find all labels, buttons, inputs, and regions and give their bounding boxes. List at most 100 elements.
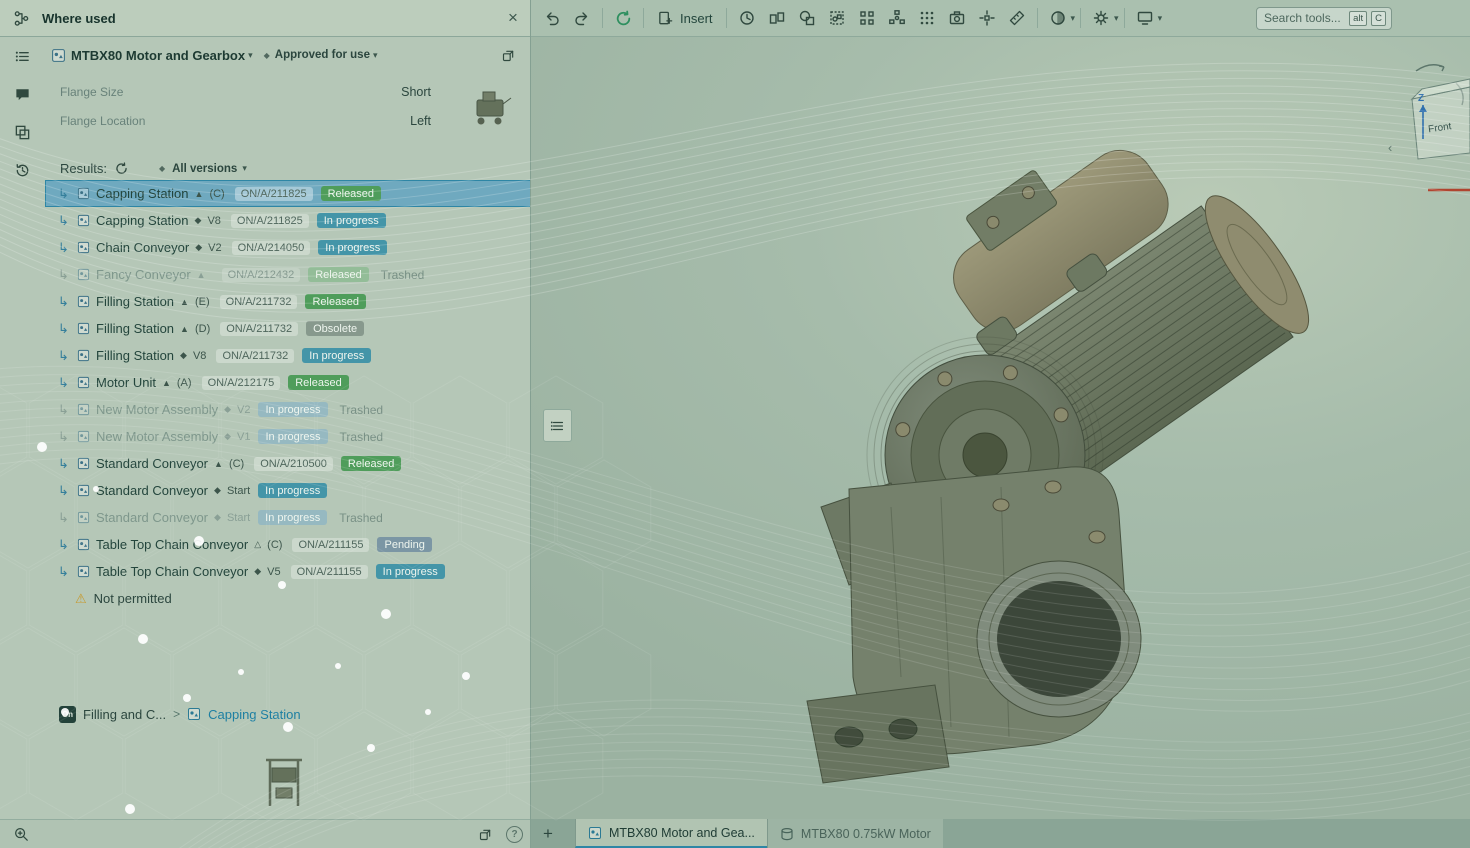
document-tab[interactable]: MTBX80 Motor and Gea... bbox=[575, 819, 767, 848]
row-revision-label: V5 bbox=[267, 566, 280, 578]
document-tab[interactable]: MTBX80 0.75kW Motor bbox=[767, 819, 943, 848]
redo-icon[interactable] bbox=[567, 3, 597, 33]
linear-pattern-icon[interactable] bbox=[852, 3, 882, 33]
where-used-row[interactable]: ↳ Capping Station ▲ (C) ON/A/211825 Rele… bbox=[45, 180, 531, 207]
field-label: Flange Location bbox=[60, 114, 145, 128]
refresh-results-icon[interactable] bbox=[114, 161, 129, 176]
document-title[interactable]: MTBX80 Motor and Gearbox bbox=[71, 48, 245, 63]
mate-icon[interactable] bbox=[762, 3, 792, 33]
where-used-row[interactable]: ↳ Motor Unit ▲ (A) ON/A/212175 Released bbox=[45, 369, 531, 396]
where-used-row[interactable]: ↳ Table Top Chain Conveyor △ (C) ON/A/21… bbox=[45, 531, 531, 558]
config-field-flange-size: Flange Size Short bbox=[60, 77, 531, 106]
where-used-row[interactable]: ↳ Filling Station ◆ V8 ON/A/211732 In pr… bbox=[45, 342, 531, 369]
row-name: Capping Station bbox=[96, 186, 189, 201]
where-used-row[interactable]: ↳ Standard Conveyor ◆ Start In progress … bbox=[45, 504, 531, 531]
help-icon[interactable]: ? bbox=[506, 826, 523, 843]
measure-icon[interactable] bbox=[1002, 3, 1032, 33]
insert-label: Insert bbox=[680, 11, 713, 26]
row-status-badge: In progress bbox=[258, 510, 327, 525]
search-tools-box[interactable]: alt C bbox=[1256, 7, 1392, 30]
chevron-down-icon[interactable]: ▾ bbox=[1158, 13, 1163, 24]
row-revision-label: V2 bbox=[237, 404, 250, 416]
where-used-row[interactable]: ↳ Table Top Chain Conveyor ◆ V5 ON/A/211… bbox=[45, 558, 531, 585]
panel-footer: ? bbox=[0, 819, 531, 848]
search-tools-input[interactable] bbox=[1262, 10, 1345, 26]
row-status-badge: Released bbox=[321, 186, 381, 201]
parts-list-icon[interactable] bbox=[10, 43, 36, 69]
c-key-hint: C bbox=[1371, 11, 1386, 26]
structure-panel-toggle[interactable] bbox=[543, 409, 572, 442]
pop-out-panel-icon[interactable] bbox=[472, 821, 498, 847]
chevron-down-icon[interactable]: ▾ bbox=[1071, 13, 1076, 24]
chevron-down-icon[interactable]: ▾ bbox=[242, 163, 247, 174]
versions-filter[interactable]: All versions bbox=[172, 163, 237, 175]
where-used-row[interactable]: ↳ Fancy Conveyor ▲ ON/A/212432 Released … bbox=[45, 261, 531, 288]
row-name: Filling Station bbox=[96, 348, 174, 363]
where-used-row[interactable]: ↳ Standard Conveyor ▲ (C) ON/A/210500 Re… bbox=[45, 450, 531, 477]
row-name: Capping Station bbox=[96, 213, 189, 228]
warning-icon: ⚠ bbox=[75, 591, 87, 607]
version-diamond-icon: ◆ bbox=[264, 51, 270, 60]
row-part-number: ON/A/211732 bbox=[220, 322, 298, 336]
where-used-row[interactable]: ↳ Filling Station ▲ (D) ON/A/211732 Obso… bbox=[45, 315, 531, 342]
breadcrumb-document[interactable]: Filling and C... bbox=[83, 707, 166, 722]
history-icon[interactable] bbox=[732, 3, 762, 33]
panel-title: Where used bbox=[42, 11, 116, 26]
row-trashed-label: Trashed bbox=[340, 403, 384, 417]
fasten-icon[interactable] bbox=[792, 3, 822, 33]
field-value[interactable]: Left bbox=[410, 114, 431, 128]
onshape-document-icon: On bbox=[59, 706, 76, 723]
where-used-row[interactable]: ↳ Filling Station ▲ (E) ON/A/211732 Rele… bbox=[45, 288, 531, 315]
row-name: Fancy Conveyor bbox=[96, 267, 191, 282]
viewport-canvas[interactable]: Front Z ‹ bbox=[531, 37, 1470, 819]
child-arrow-icon: ↳ bbox=[58, 402, 71, 418]
display-options-icon[interactable] bbox=[1130, 3, 1160, 33]
assembly-doc-icon bbox=[77, 349, 90, 362]
where-used-row[interactable]: ↳ New Motor Assembly ◆ V2 In progress Tr… bbox=[45, 396, 531, 423]
not-permitted-label: Not permitted bbox=[94, 591, 172, 606]
assembly-doc-icon bbox=[77, 511, 90, 524]
row-revision-marker-icon: ◆ bbox=[254, 566, 261, 577]
section-view-icon[interactable] bbox=[1043, 3, 1073, 33]
version-history-icon[interactable] bbox=[10, 157, 36, 183]
comments-icon[interactable] bbox=[10, 81, 36, 107]
appearance-icon[interactable] bbox=[1086, 3, 1116, 33]
chevron-down-icon[interactable]: ▾ bbox=[248, 50, 253, 61]
assembly-toolbar: Insert bbox=[531, 0, 1470, 37]
add-tab-button[interactable]: + bbox=[531, 819, 565, 848]
group-icon[interactable] bbox=[822, 3, 852, 33]
row-revision-marker-icon: ◆ bbox=[214, 485, 221, 496]
chevron-down-icon[interactable]: ▾ bbox=[373, 50, 378, 61]
row-name: Standard Conveyor bbox=[96, 456, 208, 471]
explode-icon[interactable] bbox=[972, 3, 1002, 33]
row-name: Chain Conveyor bbox=[96, 240, 189, 255]
child-arrow-icon: ↳ bbox=[58, 321, 71, 337]
replicate-icon[interactable] bbox=[912, 3, 942, 33]
not-permitted-row: ⚠ Not permitted bbox=[45, 585, 531, 612]
where-used-row[interactable]: ↳ Chain Conveyor ◆ V2 ON/A/214050 In pro… bbox=[45, 234, 531, 261]
open-document-icon[interactable] bbox=[495, 42, 521, 68]
field-label: Flange Size bbox=[60, 85, 123, 99]
part-studio-tab-icon bbox=[780, 827, 794, 841]
where-used-row[interactable]: ↳ New Motor Assembly ◆ V1 In progress Tr… bbox=[45, 423, 531, 450]
row-part-number: ON/A/211155 bbox=[292, 538, 369, 552]
chevron-down-icon[interactable]: ▾ bbox=[1114, 13, 1119, 24]
row-name: Table Top Chain Conveyor bbox=[96, 564, 248, 579]
tables-icon[interactable] bbox=[10, 119, 36, 145]
snapshot-icon[interactable] bbox=[942, 3, 972, 33]
child-arrow-icon: ↳ bbox=[58, 240, 71, 256]
sync-icon[interactable] bbox=[608, 3, 638, 33]
where-used-panel: MTBX80 Motor and Gearbox ▾ ◆ Approved fo… bbox=[45, 37, 531, 819]
undo-icon[interactable] bbox=[537, 3, 567, 33]
row-revision-label: (C) bbox=[267, 539, 282, 551]
document-status[interactable]: Approved for use bbox=[275, 49, 370, 61]
field-value[interactable]: Short bbox=[401, 85, 431, 99]
search-magnifier-icon[interactable] bbox=[8, 821, 34, 847]
breadcrumb-current[interactable]: Capping Station bbox=[208, 707, 301, 722]
close-icon[interactable]: × bbox=[499, 4, 527, 32]
where-used-row[interactable]: ↳ Capping Station ◆ V8 ON/A/211825 In pr… bbox=[45, 207, 531, 234]
row-trashed-label: Trashed bbox=[340, 430, 384, 444]
insert-button[interactable]: Insert bbox=[649, 6, 721, 31]
where-used-row[interactable]: ↳ Standard Conveyor ◆ Start In progress bbox=[45, 477, 531, 504]
circular-pattern-icon[interactable] bbox=[882, 3, 912, 33]
